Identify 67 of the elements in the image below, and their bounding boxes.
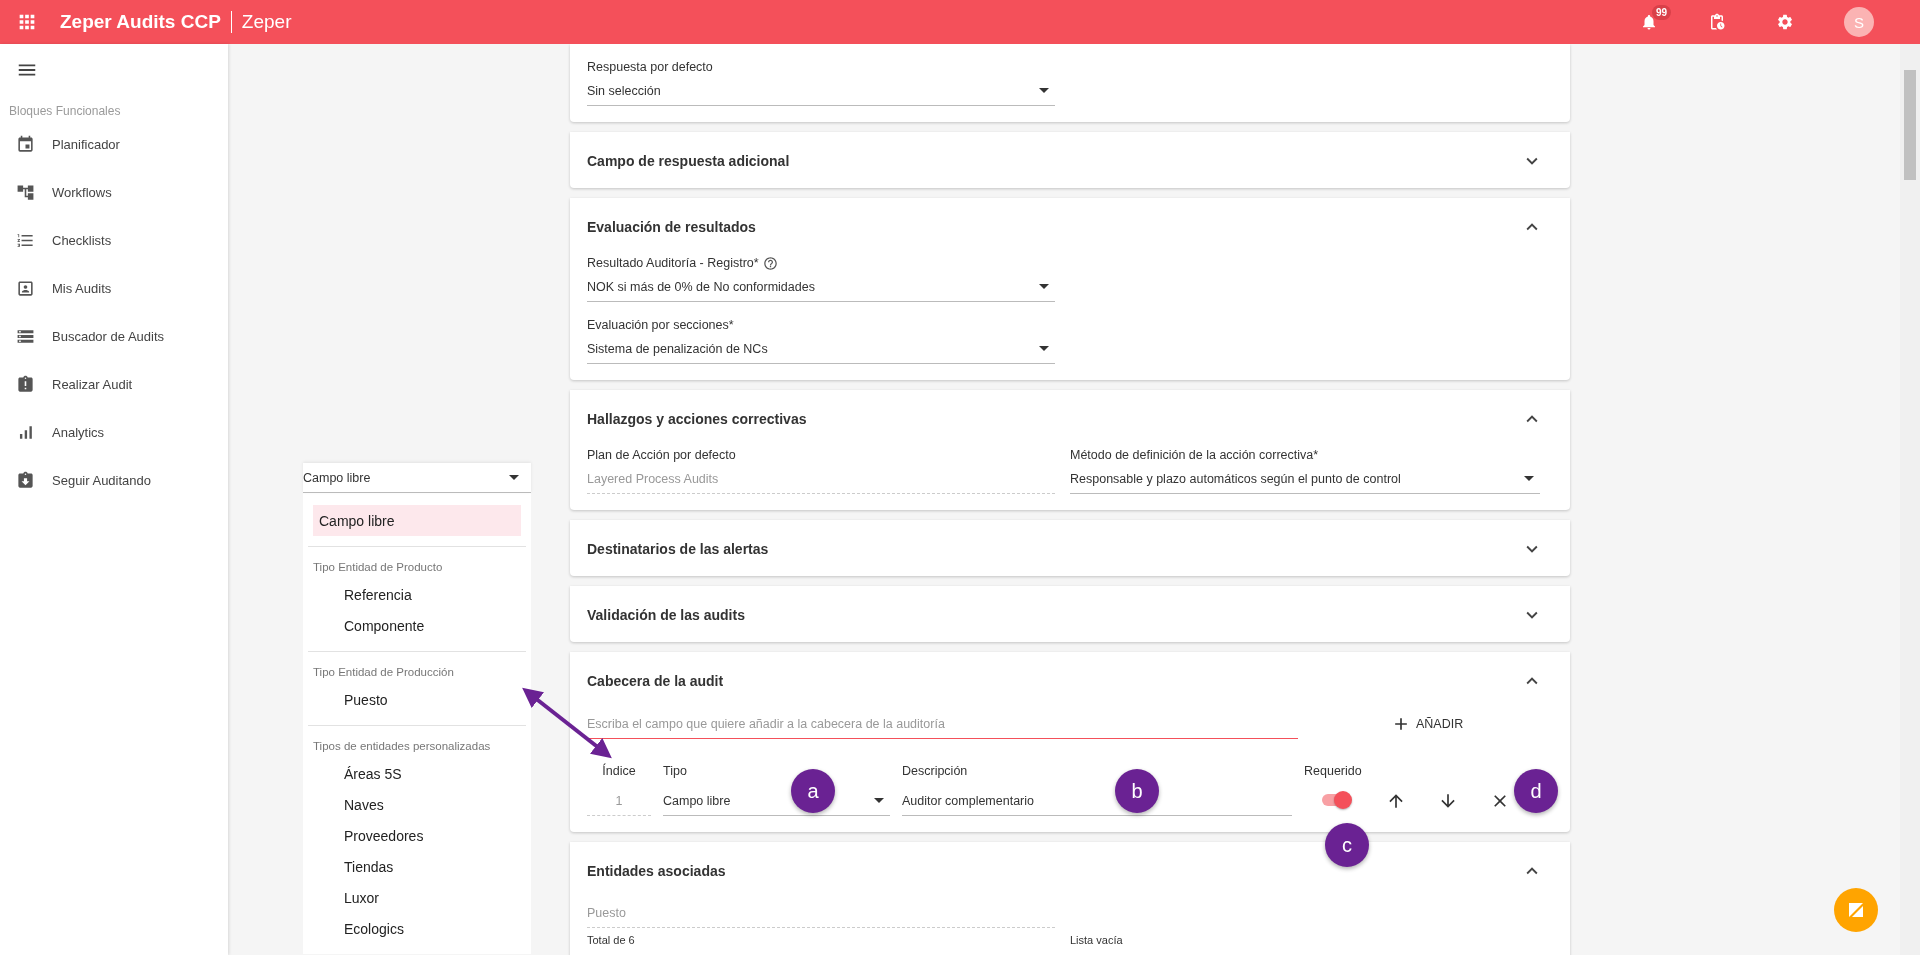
- sidebar-item[interactable]: Workflows: [0, 168, 228, 216]
- help-icon[interactable]: [762, 255, 778, 271]
- sidebar-item[interactable]: Realizar Audit: [0, 360, 228, 408]
- dropdown-option[interactable]: Luxor: [313, 882, 521, 913]
- notifications-icon[interactable]: [1640, 13, 1658, 31]
- settings-icon[interactable]: [1776, 13, 1794, 31]
- dropdown-caret-icon: [1039, 284, 1049, 289]
- section-title[interactable]: Entidades asociadas: [587, 863, 726, 879]
- sidebar-item[interactable]: Buscador de Audits: [0, 312, 228, 360]
- column-header: Tipo: [663, 764, 688, 780]
- empty-list-text: Lista vacía: [1070, 933, 1124, 946]
- hierarchy-icon: [16, 182, 35, 202]
- notification-badge: 99: [1652, 5, 1672, 20]
- section-title[interactable]: Destinatarios de las alertas: [587, 541, 769, 557]
- column-header: Descripción: [902, 764, 969, 780]
- dropdown-option[interactable]: Tiendas: [313, 851, 521, 882]
- app-title: Zeper Audits CCP: [60, 11, 221, 33]
- dropdown-option[interactable]: Puesto: [313, 684, 521, 715]
- section-title[interactable]: Cabecera de la audit: [587, 673, 724, 689]
- column-header: Índice: [601, 764, 637, 780]
- dropdown-caret-icon: [509, 475, 519, 480]
- add-button[interactable]: AÑADIR: [1383, 708, 1472, 740]
- field-label: Método de definición de la acción correctiva*: [1070, 448, 1319, 462]
- sidebar-section-title: Bloques Funcionales: [8, 103, 122, 120]
- field-label: Resultado Auditoría - Registro*: [587, 256, 759, 270]
- option-group-title: Tipo Entidad de Producto: [313, 560, 444, 575]
- dropdown-option[interactable]: Áreas 5S: [313, 758, 521, 789]
- readonly-field: Layered Process Audits: [587, 464, 1055, 494]
- select-field[interactable]: Responsable y plazo automáticos según el punto de control: [1070, 464, 1540, 494]
- section-title[interactable]: Evaluación de resultados: [587, 219, 756, 235]
- total-text: Total de 6: [587, 933, 636, 946]
- dropdown-option[interactable]: Naves: [313, 789, 521, 820]
- dropdown-caret-icon: [874, 798, 884, 803]
- dropdown-option[interactable]: Ecologics: [313, 913, 521, 944]
- calendar-icon: [16, 134, 35, 154]
- index-cell: 1: [587, 786, 651, 816]
- select-field[interactable]: Sistema de penalización de NCs: [587, 334, 1055, 364]
- dropdown-option[interactable]: Componente: [313, 610, 521, 641]
- clipboard-download-icon: [16, 470, 35, 490]
- select-field[interactable]: Sin selección: [587, 76, 1055, 106]
- sidebar-item[interactable]: Planificador: [0, 120, 228, 168]
- type-select[interactable]: Campo libre: [303, 463, 531, 493]
- dropdown-caret-icon: [1524, 476, 1534, 481]
- section-title[interactable]: Validación de las audits: [587, 607, 745, 623]
- dropdown-option[interactable]: Campo libre: [313, 505, 521, 536]
- sidebar-item[interactable]: Mis Audits: [0, 264, 228, 312]
- sidebar-item[interactable]: Checklists: [0, 216, 228, 264]
- scrollbar[interactable]: [1900, 44, 1920, 955]
- portrait-icon: [16, 278, 35, 298]
- sidebar-item[interactable]: Seguir Auditando: [0, 456, 228, 504]
- field-label: Respuesta por defecto: [587, 60, 713, 74]
- column-header: Requerido: [1304, 764, 1363, 780]
- section-title[interactable]: Hallazgos y acciones correctivas: [587, 411, 807, 427]
- sidebar-item[interactable]: Analytics: [0, 408, 228, 456]
- dropdown-option[interactable]: Referencia: [313, 579, 521, 610]
- field-label: Evaluación por secciones*: [587, 318, 734, 332]
- option-group-title: Tipos de entidades personalizadas: [313, 739, 492, 754]
- field-label: Plan de Acción por defecto: [587, 448, 736, 462]
- clipboard-alert-icon: [16, 374, 35, 394]
- section-title[interactable]: Campo de respuesta adicional: [587, 153, 790, 169]
- app-subtitle: Zeper: [230, 11, 292, 33]
- dropdown-option[interactable]: Proveedores: [313, 820, 521, 851]
- select-field[interactable]: NOK si más de 0% de No conformidades: [587, 272, 1055, 302]
- dropdown-caret-icon: [1039, 346, 1049, 351]
- option-group-title: Tipo Entidad de Producción: [313, 665, 455, 680]
- clipboard-clock-icon[interactable]: [1708, 13, 1726, 31]
- dropdown-caret-icon: [1039, 88, 1049, 93]
